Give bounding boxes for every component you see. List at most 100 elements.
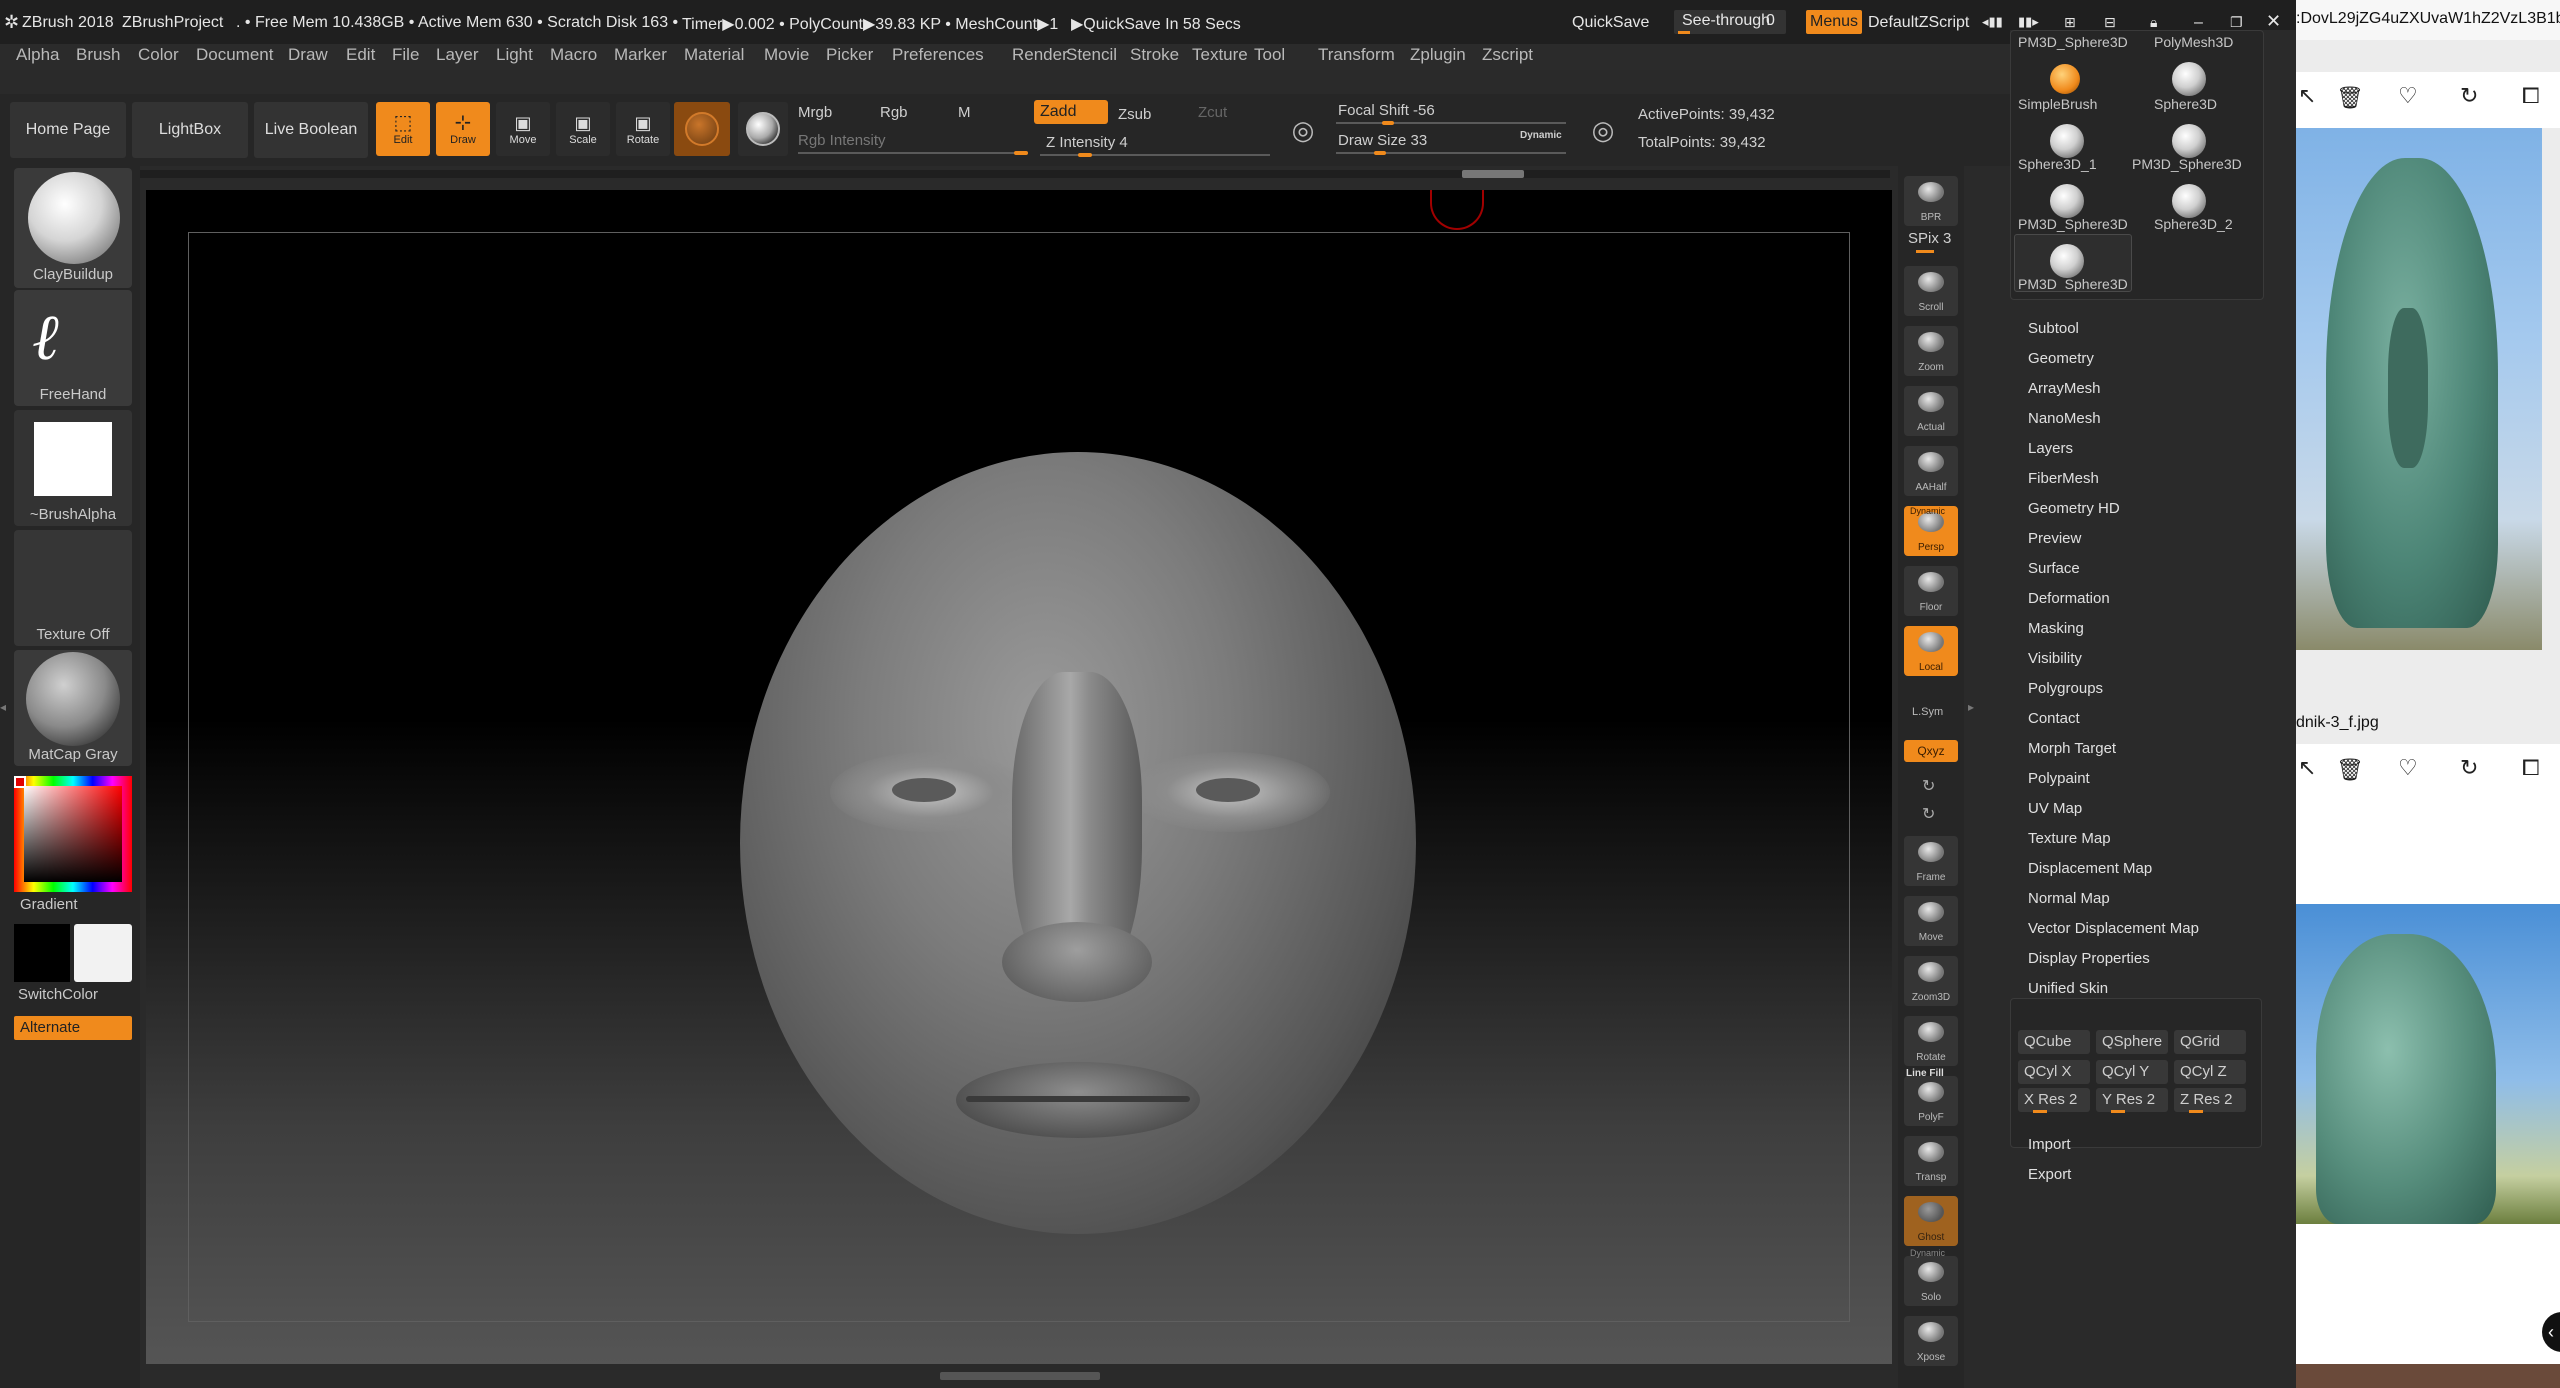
- ghost-view-button[interactable]: Ghost: [1904, 1196, 1958, 1246]
- scroll-view-button[interactable]: Scroll: [1904, 266, 1958, 316]
- tool-menu-item[interactable]: FiberMesh: [2028, 470, 2099, 487]
- tool-menu-item[interactable]: Visibility: [2028, 650, 2082, 667]
- tool-menu-item[interactable]: ArrayMesh: [2028, 380, 2101, 397]
- tool-menu-item[interactable]: Geometry: [2028, 350, 2094, 367]
- move-view-button[interactable]: Move: [1904, 896, 1958, 946]
- menu-item[interactable]: Light: [496, 45, 533, 65]
- tool-menu-item[interactable]: Unified Skin: [2028, 980, 2108, 997]
- menu-item[interactable]: Zplugin: [1410, 45, 1466, 65]
- rotate-button[interactable]: ▣ Rotate: [616, 102, 670, 156]
- tool-menu-item[interactable]: Surface: [2028, 560, 2080, 577]
- menu-item[interactable]: Transform: [1318, 45, 1395, 65]
- left-tray-arrow-icon[interactable]: ◂: [0, 700, 6, 730]
- menu-item[interactable]: Preferences: [892, 45, 984, 65]
- dynamic-toggle[interactable]: Dynamic: [1520, 130, 1562, 141]
- menu-item[interactable]: Marker: [614, 45, 667, 65]
- rotate-icon[interactable]: ↻: [2460, 84, 2478, 109]
- rgb-toggle[interactable]: Rgb: [880, 104, 908, 121]
- menu-item[interactable]: Zscript: [1482, 45, 1533, 65]
- frame-view-button[interactable]: Frame: [1904, 836, 1958, 886]
- tool-menu-item[interactable]: Vector Displacement Map: [2028, 920, 2199, 937]
- simplebrush-thumbnail-icon[interactable]: [2050, 64, 2080, 94]
- delete-icon[interactable]: 🗑︎: [2336, 86, 2364, 111]
- actual-view-button[interactable]: Actual: [1904, 386, 1958, 436]
- tool-menu-item[interactable]: Layers: [2028, 440, 2073, 457]
- aahalf-view-button[interactable]: AAHalf: [1904, 446, 1958, 496]
- tool-menu-item[interactable]: Contact: [2028, 710, 2080, 727]
- tool-menu-item[interactable]: Display Properties: [2028, 950, 2150, 967]
- draw-button[interactable]: ⊹ Draw: [436, 102, 490, 156]
- sphere-thumbnail-icon[interactable]: [2050, 184, 2084, 218]
- subtool-item[interactable]: PM3D_Sphere3D: [2132, 156, 2242, 172]
- export-button[interactable]: Export: [2028, 1166, 2071, 1183]
- tool-menu-item[interactable]: Preview: [2028, 530, 2081, 547]
- initialize-button[interactable]: QCyl Z: [2174, 1060, 2246, 1084]
- transp-view-button[interactable]: Transp: [1904, 1136, 1958, 1186]
- tool-menu-item[interactable]: Polygroups: [2028, 680, 2103, 697]
- menu-item[interactable]: Macro: [550, 45, 597, 65]
- lsym-button[interactable]: L.Sym: [1912, 706, 1943, 718]
- edit-button[interactable]: ⬚ Edit: [376, 102, 430, 156]
- d-mode-icon[interactable]: ◎: [1580, 110, 1626, 150]
- see-through-slider[interactable]: See-through 0: [1674, 10, 1786, 34]
- menus-button[interactable]: Menus: [1806, 10, 1862, 34]
- tool-menu-item[interactable]: Normal Map: [2028, 890, 2110, 907]
- home-page-button[interactable]: Home Page: [10, 102, 126, 158]
- lock-icon[interactable]: 🔒︎: [2150, 14, 2157, 31]
- tool-menu-item[interactable]: Polypaint: [2028, 770, 2090, 787]
- resolution-slider[interactable]: X Res 2: [2018, 1088, 2090, 1112]
- document-canvas[interactable]: [146, 190, 1892, 1364]
- resolution-slider[interactable]: Z Res 2: [2174, 1088, 2246, 1112]
- subtool-item[interactable]: Sphere3D_2: [2154, 216, 2233, 232]
- menu-item[interactable]: Color: [138, 45, 179, 65]
- secondary-color-swatch[interactable]: [74, 924, 132, 982]
- initialize-button[interactable]: QSphere: [2096, 1030, 2168, 1054]
- tool-menu-item[interactable]: Displacement Map: [2028, 860, 2152, 877]
- color-ball-button[interactable]: [738, 102, 788, 156]
- sculptris-icon[interactable]: ◎: [1280, 110, 1326, 150]
- layout-tile-icon[interactable]: ⊟: [2104, 14, 2116, 31]
- zcut-toggle[interactable]: Zcut: [1198, 104, 1227, 121]
- z-rotation-icon[interactable]: ↻: [1922, 804, 1935, 824]
- tool-menu-item[interactable]: Masking: [2028, 620, 2084, 637]
- layout-grid-icon[interactable]: ⊞: [2064, 14, 2076, 31]
- sphere-thumbnail-icon[interactable]: [2172, 184, 2206, 218]
- lightbox-button[interactable]: LightBox: [132, 102, 248, 158]
- bottom-tray-handle[interactable]: [940, 1372, 1100, 1380]
- delete-icon-2[interactable]: 🗑︎: [2336, 758, 2364, 783]
- local-view-button[interactable]: Local: [1904, 626, 1958, 676]
- switch-color-button[interactable]: SwitchColor: [18, 986, 98, 1003]
- back-icon-2[interactable]: ↖: [2298, 756, 2316, 781]
- zoom3d-view-button[interactable]: Zoom3D: [1904, 956, 1958, 1006]
- alternate-button[interactable]: Alternate: [14, 1016, 132, 1040]
- tool-menu-item[interactable]: NanoMesh: [2028, 410, 2101, 427]
- floor-view-button[interactable]: Floor: [1904, 566, 1958, 616]
- menu-item[interactable]: Texture: [1192, 45, 1248, 65]
- initialize-button[interactable]: QCube: [2018, 1030, 2090, 1054]
- xpose-view-button[interactable]: Xpose: [1904, 1316, 1958, 1366]
- close-icon[interactable]: ✕: [2266, 11, 2281, 32]
- gradient-label[interactable]: Gradient: [20, 896, 78, 913]
- tool-menu-item[interactable]: Morph Target: [2028, 740, 2116, 757]
- subtool-item[interactable]: Sphere3D: [2154, 96, 2217, 112]
- xyz-rotation-button[interactable]: Qxyz: [1904, 740, 1958, 762]
- default-zscript[interactable]: DefaultZScript: [1868, 14, 1969, 32]
- menu-item[interactable]: Brush: [76, 45, 120, 65]
- subtool-item[interactable]: Sphere3D_1: [2018, 156, 2097, 172]
- menu-item[interactable]: Edit: [346, 45, 375, 65]
- zoom-view-button[interactable]: Zoom: [1904, 326, 1958, 376]
- initialize-button[interactable]: QGrid: [2174, 1030, 2246, 1054]
- tool-menu-item[interactable]: Geometry HD: [2028, 500, 2120, 517]
- right-tray-arrow-icon[interactable]: ▸: [1968, 700, 1974, 714]
- menu-item[interactable]: Tool: [1254, 45, 1285, 65]
- tool-menu-item[interactable]: Subtool: [2028, 320, 2079, 337]
- rgb-intensity-slider[interactable]: Rgb Intensity: [798, 132, 886, 149]
- menu-item[interactable]: Alpha: [16, 45, 59, 65]
- menu-item[interactable]: File: [392, 45, 419, 65]
- color-picker[interactable]: [14, 776, 132, 892]
- solo-view-button[interactable]: Solo: [1904, 1256, 1958, 1306]
- shelf-scroll-handle[interactable]: [1462, 170, 1524, 178]
- maximize-icon[interactable]: ❐: [2230, 14, 2243, 31]
- menu-item[interactable]: Document: [196, 45, 273, 65]
- sphere-thumbnail-icon[interactable]: [2050, 124, 2084, 158]
